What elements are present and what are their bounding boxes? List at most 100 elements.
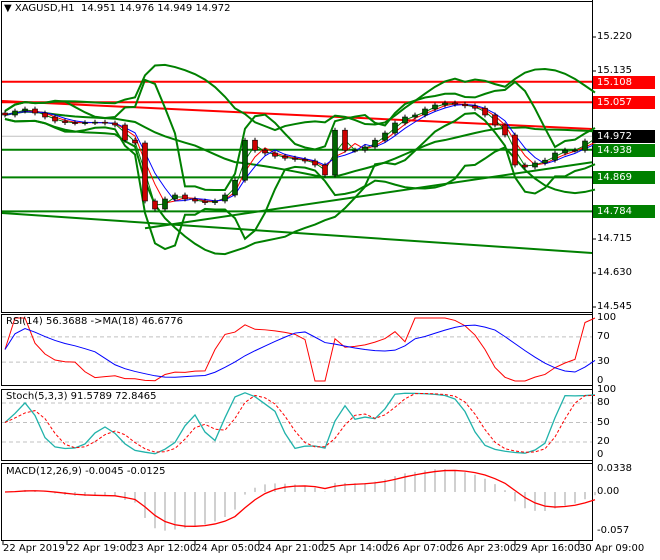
rsi-label: RSI(14) 56.3688 ->MA(18) 46.6776 bbox=[6, 316, 183, 327]
candle-body bbox=[372, 139, 378, 148]
candle-body bbox=[292, 157, 298, 160]
rsi-ma-line bbox=[4, 324, 596, 378]
stoch-label: Stoch(5,3,3) 91.5789 72.8465 bbox=[6, 391, 157, 402]
bb-long-upper bbox=[4, 63, 596, 132]
y-tick-label: 15.135 bbox=[597, 65, 632, 76]
ohlc-values: 14.951 14.976 14.949 14.972 bbox=[80, 3, 231, 14]
candle-body bbox=[282, 155, 288, 159]
candle-body bbox=[12, 110, 18, 116]
x-tick-label: 26 Apr 23:00 bbox=[451, 543, 517, 554]
candle-body bbox=[132, 139, 138, 144]
candle-body bbox=[302, 159, 308, 162]
x-tick-label: 25 Apr 14:00 bbox=[323, 543, 389, 554]
candle-body bbox=[162, 198, 168, 210]
price-tag-support: 14.938 bbox=[593, 143, 655, 157]
rsi-tick-label: 70 bbox=[597, 330, 610, 342]
candle-body bbox=[562, 149, 568, 154]
candle-body bbox=[362, 146, 368, 151]
candle-body bbox=[112, 122, 118, 126]
x-tick-label: 22 Apr 19:00 bbox=[67, 543, 133, 554]
candle-body bbox=[172, 194, 178, 200]
candle-body bbox=[262, 149, 268, 154]
candle-body bbox=[222, 194, 228, 202]
rsi-line bbox=[4, 317, 596, 382]
x-tick-label: 22 Apr 2019 bbox=[3, 543, 65, 554]
candle-body bbox=[342, 129, 348, 151]
candle-body bbox=[572, 149, 578, 152]
candle-body bbox=[152, 200, 158, 210]
candle-body bbox=[322, 164, 328, 176]
candle-body bbox=[452, 102, 458, 105]
price-tag-support: 14.784 bbox=[593, 205, 655, 219]
price-tag-resistance: 15.057 bbox=[593, 96, 655, 110]
candle-body bbox=[412, 114, 418, 118]
candle-body bbox=[182, 194, 188, 200]
y-tick-label: 15.220 bbox=[597, 31, 632, 42]
x-tick-label: 26 Apr 07:00 bbox=[387, 543, 453, 554]
price-tag-resistance: 15.108 bbox=[593, 75, 655, 89]
candle-body bbox=[102, 121, 108, 124]
candle-body bbox=[22, 108, 28, 112]
candle-body bbox=[392, 122, 398, 134]
candle-body bbox=[482, 107, 488, 116]
y-tick-label: 14.545 bbox=[597, 301, 632, 312]
macd-tick-label: 0.0338 bbox=[597, 462, 632, 474]
rsi-tick-label: 30 bbox=[597, 356, 610, 368]
stoch-tick-label: 0 bbox=[597, 449, 604, 460]
candle-body bbox=[402, 116, 408, 124]
x-tick-label: 29 Apr 16:00 bbox=[515, 543, 581, 554]
candle-body bbox=[92, 121, 98, 124]
x-tick-label: 30 Apr 09:00 bbox=[579, 543, 645, 554]
rsi-tick-label: 100 bbox=[597, 312, 617, 323]
macd-tick-label: 0.00 bbox=[597, 486, 620, 497]
macd-label: MACD(12,26,9) -0.0045 -0.0125 bbox=[6, 466, 166, 477]
candle-body bbox=[492, 114, 498, 126]
candle-body bbox=[232, 179, 238, 196]
candle-body bbox=[472, 105, 478, 109]
symbol-label: XAGUSD,H1 bbox=[14, 3, 75, 14]
price-tag-support: 14.869 bbox=[593, 171, 655, 185]
trendline-2 bbox=[144, 161, 593, 230]
x-tick-label: 23 Apr 12:00 bbox=[131, 543, 197, 554]
candle-body bbox=[42, 112, 48, 118]
candle-body bbox=[72, 122, 78, 124]
candle-body bbox=[552, 152, 558, 161]
candle-body bbox=[212, 200, 218, 203]
candle-body bbox=[312, 160, 318, 166]
candle-body bbox=[122, 124, 128, 141]
candle-body bbox=[582, 140, 588, 151]
price-tag-current: 14.972 bbox=[593, 130, 655, 144]
candle-body bbox=[252, 139, 258, 151]
candle-body bbox=[142, 142, 148, 202]
candle-body bbox=[192, 198, 198, 202]
stoch-tick-label: 100 bbox=[597, 384, 617, 395]
x-tick-label: 24 Apr 05:00 bbox=[195, 543, 261, 554]
candle-body bbox=[202, 200, 208, 203]
candle-body bbox=[522, 164, 528, 168]
candle-body bbox=[82, 122, 88, 124]
candle-body bbox=[422, 108, 428, 116]
y-tick-label: 14.630 bbox=[597, 267, 632, 278]
stoch-tick-label: 50 bbox=[597, 416, 610, 428]
candle-body bbox=[272, 152, 278, 157]
candle-body bbox=[32, 108, 38, 114]
symbol-menu-icon[interactable]: ▼ bbox=[4, 3, 12, 14]
candle-body bbox=[62, 120, 68, 123]
macd-tick-label: -0.057 bbox=[597, 525, 630, 536]
macd-signal-line bbox=[4, 469, 596, 527]
candle-body bbox=[502, 124, 508, 136]
x-tick-label: 24 Apr 21:00 bbox=[259, 543, 325, 554]
candle-body bbox=[442, 102, 448, 106]
trendline-1 bbox=[1, 212, 593, 254]
candle-body bbox=[352, 149, 358, 152]
y-tick-label: 14.715 bbox=[597, 233, 632, 244]
candle-body bbox=[52, 116, 58, 122]
chart-header: ▼ XAGUSD,H1 14.951 14.976 14.949 14.972 bbox=[4, 3, 230, 14]
candle-body bbox=[432, 104, 438, 110]
candle-body bbox=[532, 162, 538, 168]
candle-body bbox=[382, 132, 388, 141]
ma-fast bbox=[4, 103, 596, 206]
candle-body bbox=[242, 139, 248, 181]
candle-body bbox=[332, 129, 338, 176]
candle-body bbox=[2, 112, 8, 116]
